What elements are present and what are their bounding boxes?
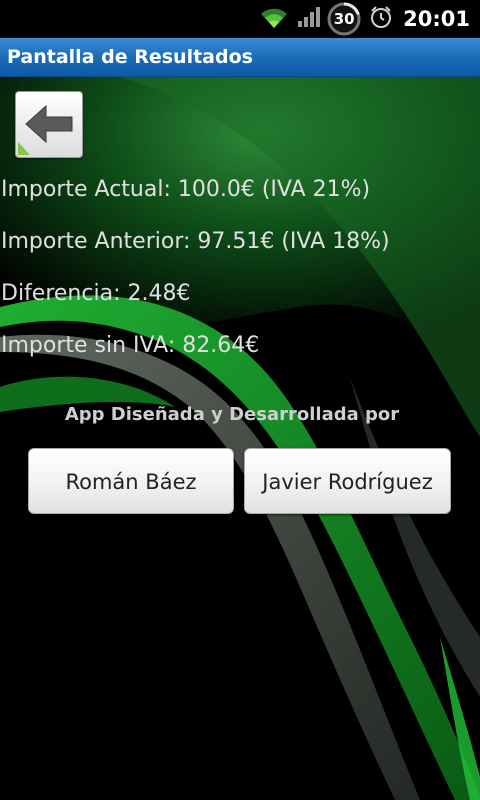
status-bar: 30 20:01 (0, 0, 480, 38)
wifi-icon (259, 4, 297, 34)
signal-icon (297, 6, 327, 32)
screen-title: Pantalla de Resultados (7, 46, 253, 68)
battery-level-text: 30 (333, 10, 355, 28)
author-button-roman[interactable]: Román Báez (28, 448, 234, 514)
status-icons: 30 20:01 (259, 0, 480, 38)
author-button-javier[interactable]: Javier Rodríguez (244, 448, 451, 514)
diferencia-text: Diferencia: 2.48€ (1, 281, 191, 306)
importe-anterior-text: Importe Anterior: 97.51€ (IVA 18%) (1, 229, 390, 254)
status-clock: 20:01 (403, 7, 470, 31)
back-button[interactable] (15, 91, 83, 158)
back-arrow-icon (18, 104, 73, 155)
battery-icon: 30 (327, 2, 361, 36)
importe-actual-text: Importe Actual: 100.0€ (IVA 21%) (1, 177, 371, 202)
title-bar: Pantalla de Resultados (0, 38, 480, 77)
credits-label: App Diseñada y Desarrollada por (64, 404, 400, 425)
importe-sin-iva-text: Importe sin IVA: 82.64€ (1, 333, 260, 358)
app-screen: 30 20:01 Pantalla de Resultados Importe … (0, 0, 480, 800)
alarm-icon (369, 5, 403, 33)
